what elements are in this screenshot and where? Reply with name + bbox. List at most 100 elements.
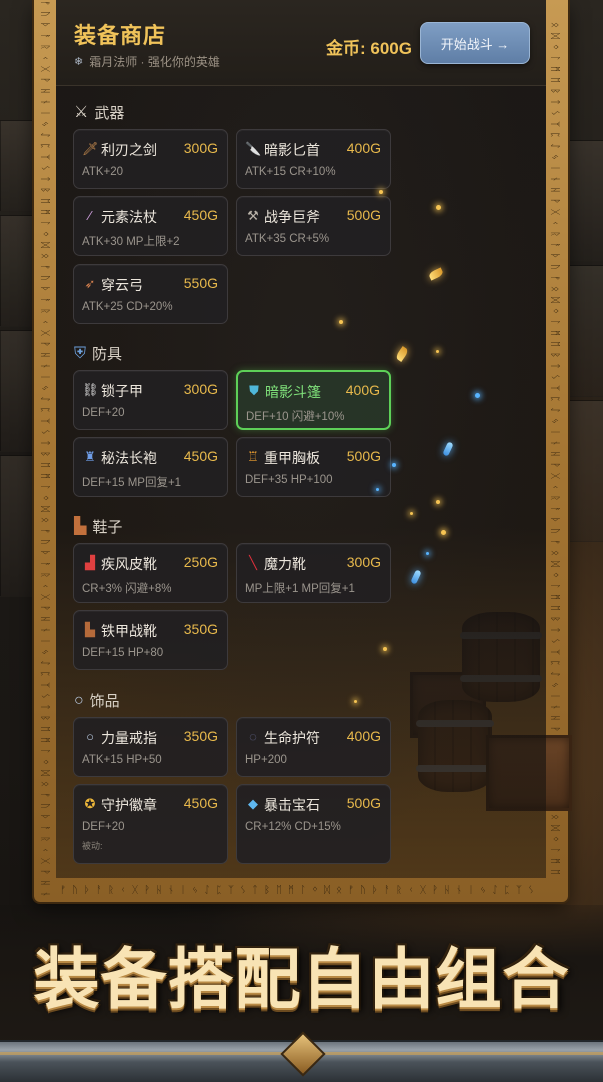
floating-shard [442, 441, 454, 457]
item-card[interactable]: ⛓ 锁子甲 300G DEF+20 [73, 370, 228, 430]
sparkle [354, 700, 357, 703]
item-card[interactable]: 🗡 利刃之剑 300G ATK+20 [73, 129, 228, 189]
item-price: 300G [183, 381, 218, 397]
item-stats: ATK+15 CR+10% [245, 166, 336, 178]
medal-icon: ✪ [84, 796, 96, 811]
item-stats: DEF+20 [82, 821, 125, 833]
item-price: 500G [346, 207, 381, 223]
section-title: 武器 [94, 105, 125, 122]
page-title: 装备商店 [74, 23, 167, 48]
ring-icon: ○ [86, 729, 94, 744]
start-battle-button[interactable]: 开始战斗 → [420, 22, 530, 64]
robe-icon: ♜ [84, 449, 96, 464]
item-price: 550G [183, 275, 218, 291]
gem-icon: ◆ [248, 796, 258, 811]
item-name: 穿云弓 [101, 277, 143, 293]
breastplate-icon: ♖ [247, 449, 259, 464]
item-stats: ATK+25 CD+20% [82, 301, 173, 313]
item-price: 350G [183, 621, 218, 637]
item-card[interactable]: 🔪 暗影匕首 400G ATK+15 CR+10% [236, 129, 391, 189]
sparkle [410, 512, 413, 515]
item-card[interactable]: ▙ 铁甲战靴 350G DEF+15 HP+80 [73, 610, 228, 670]
item-stats: ATK+30 MP上限+2 [82, 236, 180, 248]
item-price: 400G [345, 382, 380, 398]
item-price: 450G [183, 207, 218, 223]
item-card[interactable]: ⚒ 战争巨斧 500G ATK+35 CR+5% [236, 196, 391, 256]
stone-block [568, 140, 603, 262]
chainmail-icon: ⛓ [82, 382, 99, 397]
shield-icon: ⛨ [74, 344, 87, 362]
wand-icon: ⁄ [88, 208, 92, 223]
item-card[interactable]: ▟ 疾风皮靴 250G CR+3% 闪避+8% [73, 543, 228, 603]
item-card[interactable]: ♜ 秘法长袍 450G DEF+15 MP回复+1 [73, 437, 228, 497]
section-title: 饰品 [89, 693, 120, 710]
sparkle [436, 205, 441, 210]
item-name: 铁甲战靴 [101, 623, 157, 639]
item-stats: HP+200 [245, 754, 287, 766]
axe-icon: ⚒ [247, 208, 259, 223]
dagger-icon: 🔪 [245, 141, 262, 156]
floating-feather [427, 267, 445, 281]
item-card[interactable]: ◌ 生命护符 400G HP+200 [236, 717, 391, 777]
item-price: 250G [183, 554, 218, 570]
stone-block [0, 455, 36, 597]
high-heel-icon: ╲ [249, 555, 257, 570]
item-price: 500G [346, 448, 381, 464]
sneaker-icon: ▟ [85, 555, 95, 570]
item-price: 400G [346, 728, 381, 744]
item-stats: DEF+15 MP回复+1 [82, 477, 182, 489]
item-name: 暴击宝石 [264, 797, 320, 813]
item-name: 秘法长袍 [101, 450, 157, 466]
sword-icon: 🗡 [82, 141, 99, 156]
item-stats: CR+12% CD+15% [245, 821, 341, 833]
sparkle [339, 320, 343, 324]
item-price: 300G [346, 554, 381, 570]
item-name: 元素法杖 [101, 209, 157, 225]
boot-icon: ▙ [74, 517, 87, 535]
item-price: 500G [346, 795, 381, 811]
floating-feather [394, 345, 410, 363]
item-card-selected[interactable]: ⛊ 暗影斗篷 400G DEF+10 闪避+10% [236, 370, 391, 430]
amulet-icon: ◌ [249, 729, 257, 744]
item-price: 400G [346, 140, 381, 156]
item-stats: MP上限+1 MP回复+1 [245, 583, 355, 595]
sparkle [379, 190, 383, 194]
section-title: 防具 [92, 346, 123, 363]
item-extra: 被动: [82, 841, 103, 851]
section-accessories: ○ 饰品 [74, 690, 120, 711]
item-name: 暗影匕首 [264, 142, 320, 158]
item-card[interactable]: ○ 力量戒指 350G ATK+15 HP+50 [73, 717, 228, 777]
item-name: 魔力靴 [264, 556, 306, 572]
item-stats: DEF+35 HP+100 [245, 474, 333, 486]
cloak-icon: ⛊ [249, 383, 259, 398]
item-card[interactable]: ➶ 穿云弓 550G ATK+25 CD+20% [73, 264, 228, 324]
section-title: 鞋子 [92, 519, 123, 536]
stone-block [0, 215, 36, 327]
shop-header: 装备商店 ❄ 霜月法师 · 强化你的英雄 金币: 600G 开始战斗 → [56, 0, 546, 86]
floating-shard [410, 569, 422, 585]
item-name: 重甲胸板 [264, 450, 320, 466]
item-card[interactable]: ♖ 重甲胸板 500G DEF+35 HP+100 [236, 437, 391, 497]
item-name: 守护徽章 [101, 797, 157, 813]
item-name: 疾风皮靴 [101, 556, 157, 572]
item-card[interactable]: ◆ 暴击宝石 500G CR+12% CD+15% [236, 784, 391, 864]
section-weapons: ⚔ 武器 [74, 102, 124, 123]
subtitle-text: 霜月法师 · 强化你的英雄 [89, 55, 220, 69]
frame-runes-left: ᚠᚢᚦᚨᚱᚲᚷᚹᚺᚾᛁᛃᛇᛈᛉᛊᛏᛒᛖᛗᛚᛜᛞᛟᚠᚢᚦᚨᚱᚲᚷᚹᚺᚾᛁᛃᛇᛈᛉᛊ… [39, 0, 50, 902]
item-name: 锁子甲 [101, 383, 143, 399]
shop-panel: 装备商店 ❄ 霜月法师 · 强化你的英雄 金币: 600G 开始战斗 → ⚔ 武… [56, 0, 546, 878]
sparkle [392, 463, 396, 467]
sparkle [475, 393, 480, 398]
sparkle [441, 530, 446, 535]
item-stats: CR+3% 闪避+8% [82, 583, 172, 595]
sparkle [436, 500, 440, 504]
item-card[interactable]: ╲ 魔力靴 300G MP上限+1 MP回复+1 [236, 543, 391, 603]
sparkle [426, 552, 429, 555]
item-price: 350G [183, 728, 218, 744]
item-card[interactable]: ⁄ 元素法杖 450G ATK+30 MP上限+2 [73, 196, 228, 256]
stone-block [568, 400, 603, 542]
crossed-swords-icon: ⚔ [74, 103, 89, 121]
item-price: 450G [183, 448, 218, 464]
iron-boot-icon: ▙ [85, 622, 95, 637]
item-card[interactable]: ✪ 守护徽章 450G DEF+20 被动: [73, 784, 228, 864]
